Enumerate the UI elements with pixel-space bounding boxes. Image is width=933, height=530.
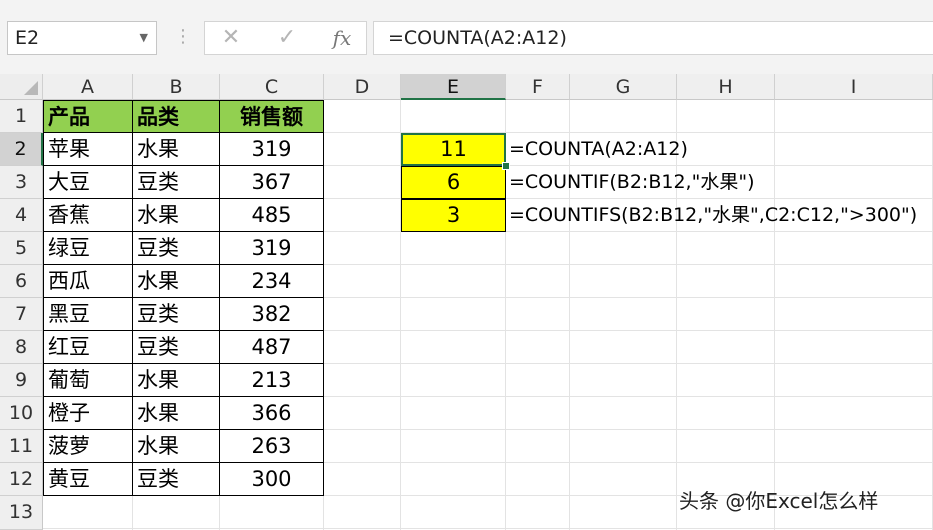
- column-header-b[interactable]: B: [133, 74, 220, 100]
- formula-text[interactable]: =COUNTIFS(B2:B12,"水果",C2:C12,">300"): [509, 199, 917, 232]
- drag-handle-icon[interactable]: ⋮: [174, 27, 192, 47]
- table-cell[interactable]: 366: [220, 397, 324, 430]
- table-cell[interactable]: 300: [220, 463, 324, 496]
- table-cell[interactable]: 水果: [133, 364, 220, 397]
- column-header-c[interactable]: C: [220, 74, 324, 100]
- table-cell[interactable]: 大豆: [43, 166, 133, 199]
- fill-handle[interactable]: [502, 162, 510, 170]
- table-cell[interactable]: 319: [220, 232, 324, 265]
- column-header-a[interactable]: A: [43, 74, 133, 100]
- table-cell[interactable]: 水果: [133, 397, 220, 430]
- row-header-7[interactable]: 7: [0, 298, 43, 331]
- row-header-1[interactable]: 1: [0, 100, 43, 133]
- formula-text[interactable]: =COUNTIF(B2:B12,"水果"): [509, 166, 754, 199]
- table-cell[interactable]: 黑豆: [43, 298, 133, 331]
- row-header-10[interactable]: 10: [0, 397, 43, 430]
- column-header-d[interactable]: D: [324, 74, 401, 100]
- row-header-4[interactable]: 4: [0, 199, 43, 232]
- table-cell[interactable]: 263: [220, 430, 324, 463]
- table-cell[interactable]: 水果: [133, 265, 220, 298]
- table-cell[interactable]: 水果: [133, 430, 220, 463]
- table-cell[interactable]: 豆类: [133, 232, 220, 265]
- table-header-cell[interactable]: 产品: [43, 100, 133, 133]
- row-header-6[interactable]: 6: [0, 265, 43, 298]
- table-cell[interactable]: 苹果: [43, 133, 133, 166]
- select-all-triangle-icon: [24, 81, 38, 95]
- table-cell[interactable]: 绿豆: [43, 232, 133, 265]
- result-cell[interactable]: 6: [401, 166, 506, 199]
- table-cell[interactable]: 367: [220, 166, 324, 199]
- table-cell[interactable]: 水果: [133, 199, 220, 232]
- column-header-g[interactable]: G: [570, 74, 677, 100]
- gridline-horizontal: [43, 528, 933, 529]
- active-cell[interactable]: 11: [401, 133, 506, 166]
- table-cell[interactable]: 香蕉: [43, 199, 133, 232]
- watermark: 头条 @你Excel怎么样: [679, 489, 879, 513]
- table-cell[interactable]: 319: [220, 133, 324, 166]
- column-header-e[interactable]: E: [401, 74, 506, 100]
- table-cell[interactable]: 水果: [133, 133, 220, 166]
- table-header-cell[interactable]: 销售额: [220, 100, 324, 133]
- row-header-9[interactable]: 9: [0, 364, 43, 397]
- table-cell[interactable]: 菠萝: [43, 430, 133, 463]
- table-cell[interactable]: 382: [220, 298, 324, 331]
- enter-icon[interactable]: ✓: [267, 22, 307, 54]
- select-all-button[interactable]: [0, 74, 43, 100]
- formula-text[interactable]: =COUNTA(A2:A12): [509, 133, 688, 166]
- table-header-cell[interactable]: 品类: [133, 100, 220, 133]
- column-header-h[interactable]: H: [677, 74, 775, 100]
- row-header-8[interactable]: 8: [0, 331, 43, 364]
- row-header-13[interactable]: 13: [0, 496, 43, 530]
- table-cell[interactable]: 豆类: [133, 331, 220, 364]
- column-header-f[interactable]: F: [506, 74, 570, 100]
- table-cell[interactable]: 红豆: [43, 331, 133, 364]
- table-cell[interactable]: 葡萄: [43, 364, 133, 397]
- row-header-3[interactable]: 3: [0, 166, 43, 199]
- column-header-i[interactable]: I: [775, 74, 933, 100]
- chevron-down-icon[interactable]: ▼: [140, 22, 148, 54]
- formula-toolbar: E2 ▼ ⋮ ✕ ✓ fx =COUNTA(A2:A12): [0, 0, 933, 74]
- formula-buttons: ✕ ✓ fx: [204, 21, 367, 55]
- table-cell[interactable]: 西瓜: [43, 265, 133, 298]
- table-cell[interactable]: 485: [220, 199, 324, 232]
- table-cell[interactable]: 橙子: [43, 397, 133, 430]
- row-header-11[interactable]: 11: [0, 430, 43, 463]
- table-cell[interactable]: 豆类: [133, 298, 220, 331]
- row-header-12[interactable]: 12: [0, 463, 43, 496]
- name-box-value: E2: [15, 27, 40, 49]
- table-cell[interactable]: 487: [220, 331, 324, 364]
- table-cell[interactable]: 234: [220, 265, 324, 298]
- result-cell[interactable]: 3: [401, 199, 506, 232]
- table-cell[interactable]: 黄豆: [43, 463, 133, 496]
- table-cell[interactable]: 豆类: [133, 463, 220, 496]
- table-cell[interactable]: 213: [220, 364, 324, 397]
- cancel-icon[interactable]: ✕: [211, 22, 251, 54]
- name-box[interactable]: E2 ▼: [7, 21, 157, 55]
- formula-bar-input[interactable]: =COUNTA(A2:A12): [373, 21, 933, 55]
- table-cell[interactable]: 豆类: [133, 166, 220, 199]
- row-header-5[interactable]: 5: [0, 232, 43, 265]
- row-header-2[interactable]: 2: [0, 133, 43, 166]
- insert-function-icon[interactable]: fx: [322, 22, 362, 54]
